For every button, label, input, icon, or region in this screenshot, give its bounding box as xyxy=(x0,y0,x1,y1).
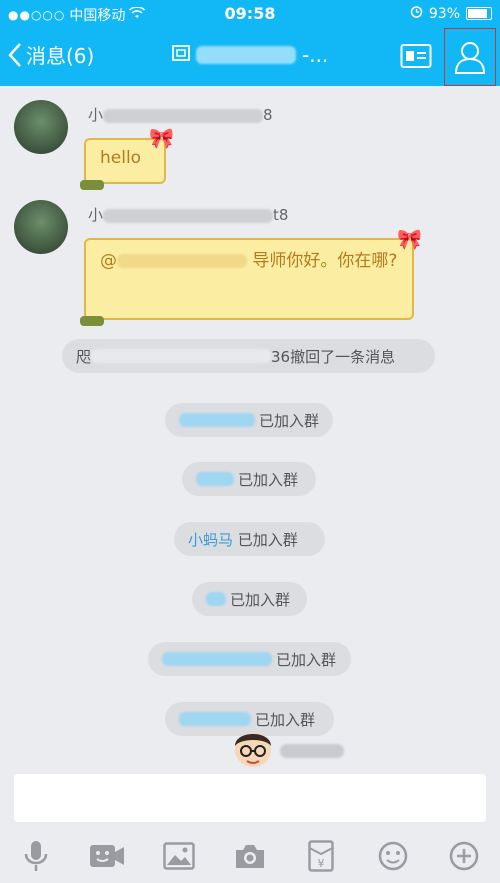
battery-icon xyxy=(466,7,492,20)
sender-suffix: 8 xyxy=(263,106,273,124)
emoji-button[interactable] xyxy=(373,836,413,876)
join-text: 已加入群 xyxy=(258,411,319,430)
bubble-decoration-base xyxy=(80,180,104,190)
sender-redacted xyxy=(103,208,274,223)
member-name-redacted[interactable] xyxy=(196,472,234,486)
sender-name: 小 t8 xyxy=(88,204,288,225)
sender-name: 小8 xyxy=(88,104,273,125)
bubble-decoration-icon: 🎀 xyxy=(149,126,174,150)
join-notice: 已加入群 xyxy=(165,403,333,437)
join-text: 已加入群 xyxy=(276,650,337,669)
recall-prefix: 咫 xyxy=(76,347,92,366)
back-label: 消息(6) xyxy=(26,44,95,68)
avatar-badge: ❀ xyxy=(14,100,20,107)
mention-redacted xyxy=(117,254,247,268)
recall-text: 36撤回了一条消息 xyxy=(271,347,396,366)
id-card-icon xyxy=(400,44,432,68)
message-bubble[interactable]: hello 🎀 xyxy=(80,126,174,190)
red-packet-button[interactable]: ¥ xyxy=(301,836,341,876)
alarm-icon xyxy=(410,5,423,22)
plus-button[interactable] xyxy=(444,836,484,876)
bubble-decoration-base xyxy=(80,316,104,326)
sender-redacted xyxy=(103,108,264,123)
input-toolbar: ¥ xyxy=(0,828,500,883)
chevron-left-icon xyxy=(8,42,21,67)
svg-text:¥: ¥ xyxy=(318,857,325,870)
join-text: 已加入群 xyxy=(230,590,291,609)
avatar-badge: ❀ xyxy=(14,200,20,207)
sender-prefix: 小 xyxy=(88,106,104,124)
recall-notice: 咫 36撤回了一条消息 xyxy=(62,339,435,373)
microphone-icon xyxy=(24,840,47,871)
avatar[interactable]: ❀ xyxy=(14,200,68,254)
member-name-redacted[interactable] xyxy=(162,652,272,666)
message-bubble[interactable]: @ 导师你好。你在哪? 🎀 xyxy=(80,227,422,326)
group-members-button[interactable] xyxy=(444,28,496,86)
sender-suffix: t8 xyxy=(273,206,289,224)
join-notice: 小蚂马 已加入群 xyxy=(174,522,325,556)
join-notice: 已加入群 xyxy=(182,462,316,496)
status-bar: ●●○○○ 中国移动 09:58 93% xyxy=(0,0,500,28)
typing-name-redacted xyxy=(280,744,344,758)
group-icon xyxy=(172,43,190,67)
message-text: hello xyxy=(100,148,142,168)
camera-button[interactable] xyxy=(230,836,270,876)
bubble-decoration-icon: 🎀 xyxy=(397,227,422,251)
camera-icon xyxy=(235,844,264,868)
avatar[interactable]: ❀ xyxy=(14,100,68,154)
message-input[interactable] xyxy=(14,774,486,822)
image-button[interactable] xyxy=(159,836,199,876)
member-name[interactable]: 小蚂马 xyxy=(188,529,233,550)
nav-bar: 消息(6) -... xyxy=(0,28,500,86)
join-notice: 已加入群 xyxy=(192,582,307,616)
microphone-button[interactable] xyxy=(16,836,56,876)
member-name-redacted[interactable] xyxy=(206,592,226,606)
video-button[interactable] xyxy=(87,836,127,876)
member-name-redacted[interactable] xyxy=(179,413,255,427)
recall-redacted xyxy=(91,349,272,363)
chat-title[interactable]: -... xyxy=(172,43,328,67)
back-button[interactable]: 消息(6) xyxy=(8,40,94,69)
person-icon xyxy=(454,42,486,74)
join-notice: 已加入群 xyxy=(148,642,351,676)
message-text: 导师你好。你在哪? xyxy=(252,251,398,271)
mention-prefix: @ xyxy=(100,251,117,271)
title-suffix: -... xyxy=(302,43,329,67)
status-right: 93% xyxy=(410,5,492,22)
video-icon xyxy=(90,844,125,867)
emoji-icon xyxy=(378,841,408,870)
image-icon xyxy=(162,841,195,870)
typing-avatar xyxy=(228,724,278,768)
group-card-button[interactable] xyxy=(400,42,432,70)
join-text: 已加入群 xyxy=(237,530,298,549)
title-redacted xyxy=(196,46,296,64)
sender-prefix: 小 xyxy=(88,206,104,224)
join-text: 已加入群 xyxy=(238,470,299,489)
red-packet-icon: ¥ xyxy=(308,839,335,872)
battery-percent: 93% xyxy=(428,5,460,22)
plus-icon xyxy=(449,841,479,870)
